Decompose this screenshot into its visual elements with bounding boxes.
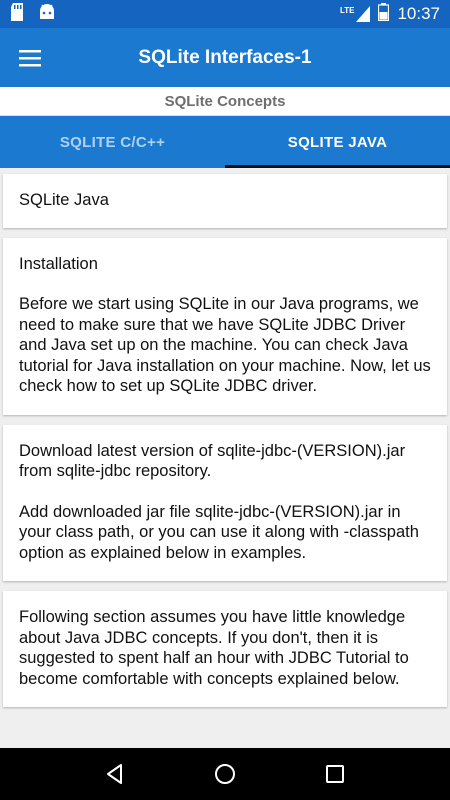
content-card: Following section assumes you have littl… bbox=[3, 591, 447, 707]
card-text: Download latest version of sqlite-jdbc-(… bbox=[19, 441, 406, 481]
card-text: Before we start using SQLite in our Java… bbox=[19, 295, 431, 395]
status-time: 10:37 bbox=[397, 4, 440, 23]
card-text: Add downloaded jar file sqlite-jdbc-(VER… bbox=[19, 502, 419, 562]
navigation-bar bbox=[0, 748, 450, 800]
hamburger-menu-icon[interactable] bbox=[0, 28, 60, 87]
tab-bar: SQLITE C/C++ SQLITE JAVA bbox=[0, 116, 450, 168]
content-card: Download latest version of sqlite-jdbc-(… bbox=[3, 424, 447, 581]
tab-sqlite-java[interactable]: SQLITE JAVA bbox=[225, 116, 450, 168]
android-icon bbox=[38, 3, 56, 26]
card-text: Following section assumes you have littl… bbox=[19, 608, 409, 688]
network-type-label: LTE bbox=[339, 6, 355, 15]
recents-icon[interactable] bbox=[315, 754, 355, 794]
card-text: SQLite Java bbox=[19, 191, 109, 209]
content-card: Installation Before we start using SQLit… bbox=[3, 237, 447, 415]
content-card: SQLite Java bbox=[3, 174, 447, 228]
app-bar: SQLite Interfaces-1 bbox=[0, 28, 450, 87]
status-bar: LTE 10:37 bbox=[0, 0, 450, 28]
back-icon[interactable] bbox=[95, 754, 135, 794]
card-heading: Installation bbox=[19, 254, 98, 273]
app-title: SQLite Interfaces-1 bbox=[138, 46, 312, 68]
content-list[interactable]: SQLite Java Installation Before we start… bbox=[0, 168, 450, 748]
section-subheader: SQLite Concepts bbox=[0, 87, 450, 116]
sd-card-icon bbox=[10, 2, 24, 26]
home-icon[interactable] bbox=[205, 754, 245, 794]
tab-sqlite-c-cpp[interactable]: SQLITE C/C++ bbox=[0, 116, 225, 168]
battery-icon bbox=[378, 2, 390, 26]
signal-icon: LTE bbox=[340, 6, 371, 22]
